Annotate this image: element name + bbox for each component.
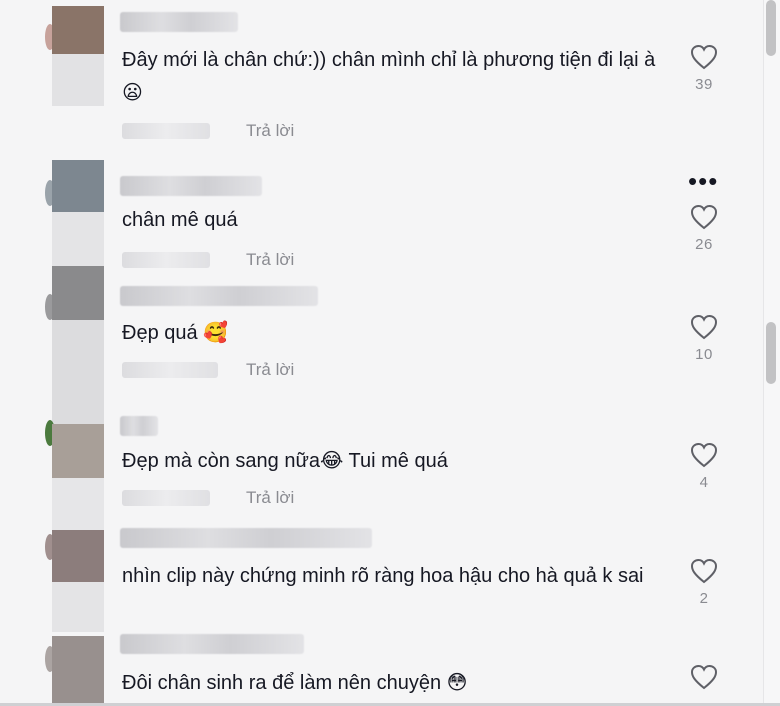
heart-icon <box>690 44 718 70</box>
username[interactable] <box>120 12 238 32</box>
comment-text-body: Đẹp quá <box>122 322 204 344</box>
comment-text: Đôi chân sinh ra để làm nên chuyện 😳 <box>122 666 662 699</box>
avatar-image-lower <box>52 54 104 106</box>
like-count: 2 <box>699 590 709 607</box>
username[interactable] <box>120 176 262 196</box>
like-button[interactable]: 10 <box>686 314 722 363</box>
username[interactable] <box>120 286 318 306</box>
comment-emoji: 😂 <box>319 448 344 472</box>
reply-button[interactable]: Trả lời <box>246 121 294 141</box>
avatar-image <box>52 266 104 320</box>
heart-icon <box>690 558 718 584</box>
like-count: 26 <box>695 236 713 253</box>
comment-date <box>122 362 218 378</box>
like-button[interactable]: 26 <box>686 204 722 253</box>
username[interactable] <box>120 634 304 654</box>
heart-icon <box>690 442 718 468</box>
avatar-image <box>52 6 104 54</box>
avatar-image-lower <box>52 478 104 530</box>
like-button[interactable]: 2 <box>686 558 722 607</box>
username[interactable] <box>120 528 372 548</box>
avatar-image-lower <box>52 212 104 266</box>
comment-text: nhìn clip này chứng minh rõ ràng hoa hậu… <box>122 560 662 592</box>
reply-button[interactable]: Trả lời <box>246 488 294 508</box>
more-options-button[interactable]: ••• <box>688 168 718 194</box>
comment-emoji: 🥰 <box>203 320 229 344</box>
comment-text: Đây mới là chân chứ:)) chân mình chỉ là … <box>122 44 662 109</box>
heart-icon <box>690 204 718 230</box>
avatar-image <box>52 160 104 212</box>
comment-emoji: 😦 <box>122 80 143 104</box>
comment-text-tail: Tui mê quá <box>343 450 448 472</box>
comment-date <box>122 123 210 139</box>
comment-text-body: Đây mới là chân chứ:)) chân mình chỉ là … <box>122 49 656 71</box>
like-count: 10 <box>695 346 713 363</box>
like-button[interactable]: 39 <box>686 44 722 93</box>
like-count: 39 <box>695 76 713 93</box>
username[interactable] <box>120 416 158 436</box>
comment-text-body: Đôi chân sinh ra để làm nên chuyện <box>122 672 447 694</box>
scrollbar-top-segment[interactable] <box>766 0 776 56</box>
avatar-image-lower <box>52 582 104 632</box>
comment-emoji: 😳 <box>446 670 468 694</box>
heart-icon <box>690 314 718 340</box>
reply-button[interactable]: Trả lời <box>246 360 294 380</box>
like-button[interactable] <box>686 664 722 696</box>
heart-icon <box>690 664 718 690</box>
avatar-image <box>52 530 104 582</box>
like-button[interactable]: 4 <box>686 442 722 491</box>
comment-text-body: Đẹp mà còn sang nữa <box>122 450 320 472</box>
avatar-image-lower <box>52 320 104 426</box>
comment-text: Đẹp mà còn sang nữa😂 Tui mê quá <box>122 444 662 477</box>
comment-date <box>122 252 210 268</box>
comment-text-body: nhìn clip này chứng minh rõ ràng hoa hậu… <box>122 565 644 587</box>
like-count: 4 <box>699 474 709 491</box>
avatar-image <box>52 636 104 706</box>
comment-text-body: chân mê quá <box>122 209 238 231</box>
comment-text: Đẹp quá 🥰 <box>122 316 662 349</box>
comment-text: chân mê quá <box>122 204 662 236</box>
reply-button[interactable]: Trả lời <box>246 250 294 270</box>
comment-date <box>122 490 210 506</box>
avatar-image <box>52 424 104 478</box>
scrollbar-thumb[interactable] <box>766 322 776 384</box>
